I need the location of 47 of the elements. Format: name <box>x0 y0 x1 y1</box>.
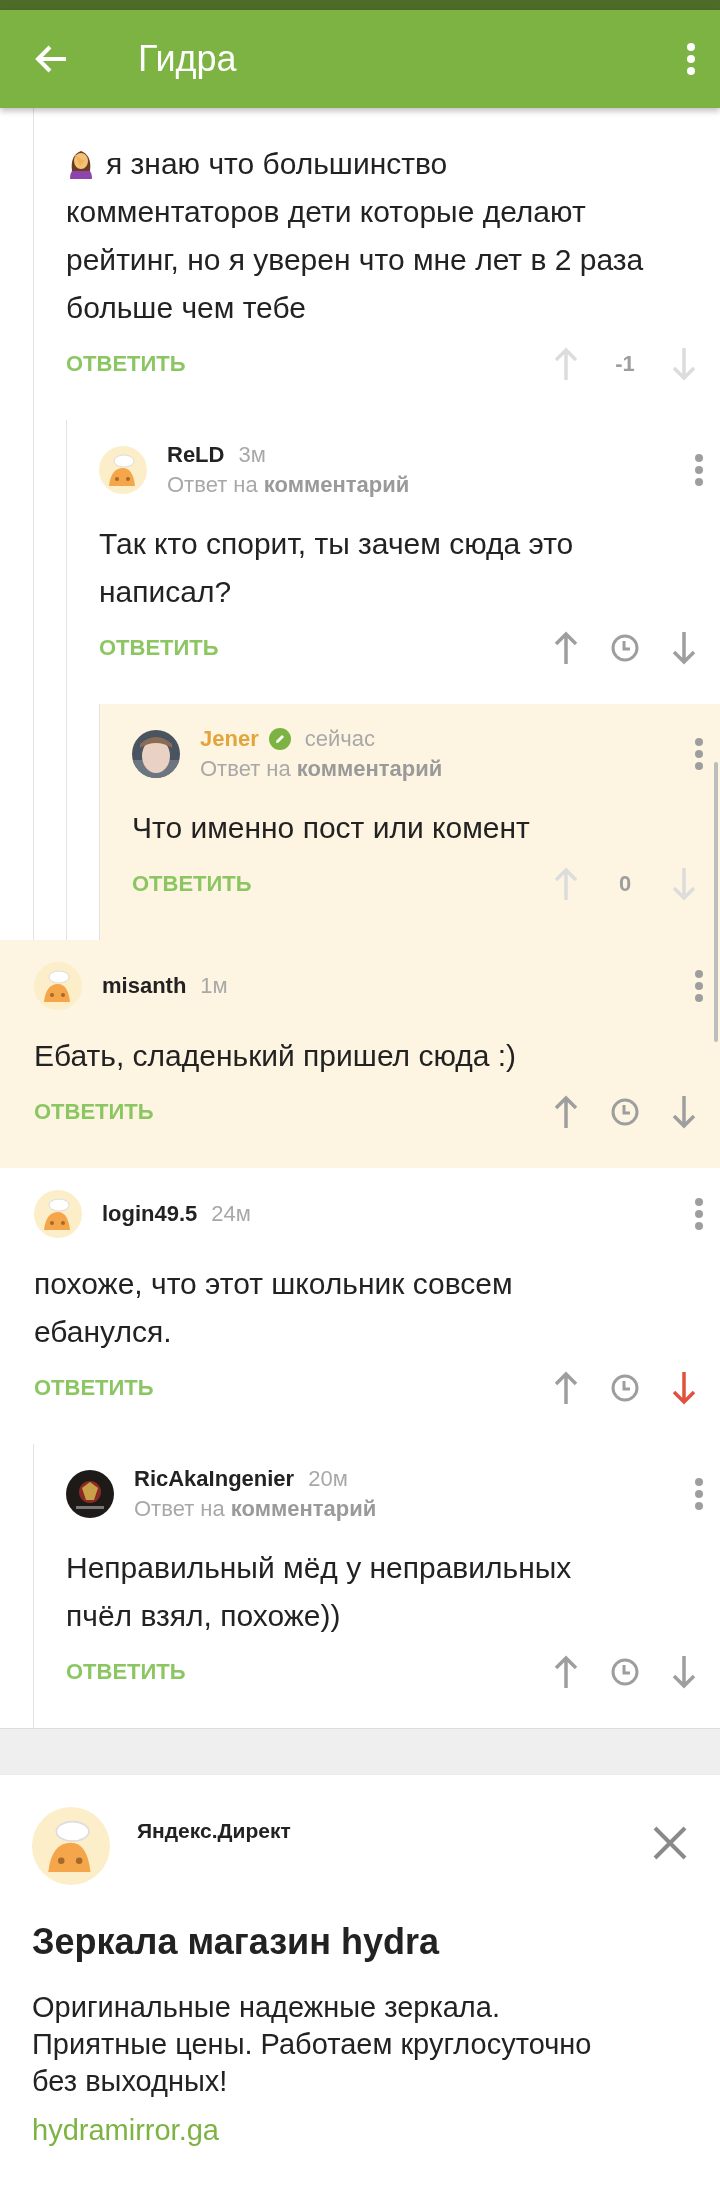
more-icon[interactable] <box>694 453 704 487</box>
rating-score: -1 <box>614 351 636 377</box>
comment-time: сейчас <box>304 726 375 752</box>
reply-button[interactable]: ОТВЕТИТЬ <box>66 351 186 377</box>
more-icon[interactable] <box>686 42 696 76</box>
close-icon <box>652 1825 688 1861</box>
comment-text: Так кто спорит, ты зачем сюда это написал? <box>99 526 575 610</box>
comment-time: 24м <box>211 1201 251 1227</box>
ad-title: Зеркала магазин hydra <box>32 1921 441 1963</box>
reply-to-text: Ответ на комментарий <box>167 472 411 498</box>
ad-text: Оригинальные надежные зеркала. Приятные цены. Работаем круглосуточно без выходных! <box>32 1990 593 2099</box>
more-icon[interactable] <box>694 1477 704 1511</box>
comment-text: Ебать, сладенький пришел сюда :) <box>34 1038 518 1074</box>
rating-score: 0 <box>617 871 633 897</box>
comment-text: Неправильный мёд у неправильных пчёл взял, похоже)) <box>66 1550 573 1634</box>
comment-text: я знаю что большинство комментаторов дети которые делают рейтинг, но я уверен что мне лет в 2 раза больше чем тебе <box>66 146 645 326</box>
clock-icon[interactable] <box>610 1097 640 1127</box>
pencil-badge-icon <box>268 728 291 750</box>
author-name[interactable]: login49.5 <box>102 1201 198 1227</box>
comment-text: Что именно пост или комент <box>132 810 531 846</box>
close-button[interactable] <box>652 1825 688 1861</box>
reply-button[interactable]: ОТВЕТИТЬ <box>132 871 252 897</box>
author-name[interactable]: misanth <box>102 973 187 999</box>
comment-time: 3м <box>238 442 266 468</box>
back-button[interactable] <box>34 44 68 74</box>
reply-button[interactable]: ОТВЕТИТЬ <box>34 1099 154 1125</box>
more-icon[interactable] <box>694 969 704 1003</box>
comment-time: 1м <box>200 973 228 999</box>
reply-to-text: Ответ на комментарий <box>200 756 444 782</box>
back-arrow-icon <box>34 44 68 74</box>
clock-icon[interactable] <box>610 1657 640 1687</box>
reply-button[interactable]: ОТВЕТИТЬ <box>66 1659 186 1685</box>
author-name[interactable]: Jener <box>200 726 259 752</box>
reply-button[interactable]: ОТВЕТИТЬ <box>34 1375 154 1401</box>
ad-link[interactable]: hydramirror.ga <box>32 2114 219 2147</box>
clock-icon[interactable] <box>610 633 640 663</box>
reply-to-text: Ответ на комментарий <box>134 1496 378 1522</box>
clock-icon[interactable] <box>610 1373 640 1403</box>
comment-text: похоже, что этот школьник совсем ебанулся. <box>34 1266 514 1350</box>
ad-source: Яндекс.Директ <box>137 1819 292 1843</box>
author-name[interactable]: RicAkaIngenier <box>134 1466 295 1492</box>
author-name[interactable]: ReLD <box>167 442 225 468</box>
reply-button[interactable]: ОТВЕТИТЬ <box>99 635 219 661</box>
more-icon[interactable] <box>694 737 704 771</box>
comment-time: 20м <box>308 1466 348 1492</box>
more-icon[interactable] <box>694 1197 704 1231</box>
screen-title: Гидра <box>138 38 238 80</box>
